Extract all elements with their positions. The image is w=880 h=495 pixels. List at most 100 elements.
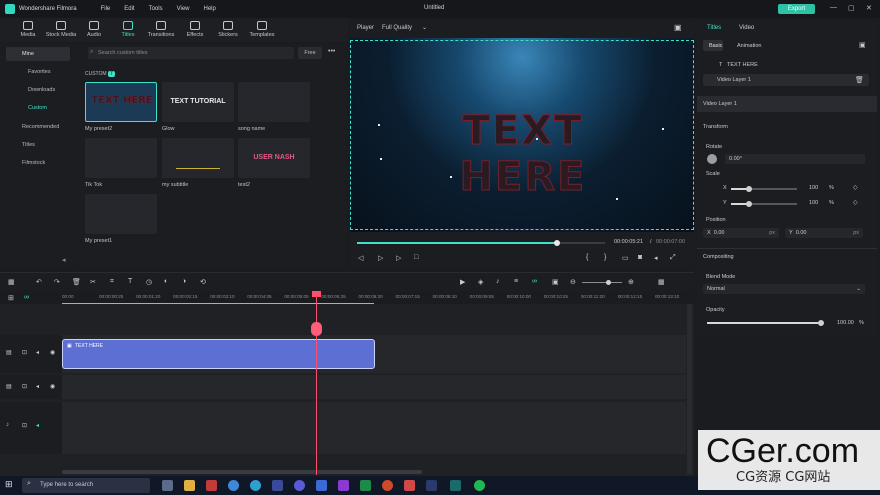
- snapshot-icon[interactable]: ▣: [552, 278, 559, 286]
- filmora-taskbar-icon[interactable]: [450, 480, 461, 491]
- lock-icon[interactable]: ⊡: [22, 422, 27, 429]
- spotify-icon[interactable]: [474, 480, 485, 491]
- speed-icon[interactable]: ◷: [146, 278, 152, 286]
- playhead-line[interactable]: [316, 292, 317, 475]
- redo-icon[interactable]: ↷: [54, 278, 60, 286]
- title-thumb-my-subtitle[interactable]: [162, 138, 234, 178]
- zoom-knob[interactable]: [606, 280, 611, 285]
- save-preset-icon[interactable]: ▣: [859, 41, 866, 49]
- close-icon[interactable]: ✕: [866, 4, 872, 12]
- blend-mode-dropdown[interactable]: Normal ⌄: [703, 284, 865, 294]
- previous-frame-icon[interactable]: ◁: [358, 254, 363, 262]
- app-icon[interactable]: [382, 480, 393, 491]
- rotate-dial[interactable]: [707, 154, 717, 164]
- lock-icon[interactable]: ⊡: [22, 383, 27, 390]
- maximize-icon[interactable]: ▢: [848, 4, 855, 12]
- link-icon[interactable]: ∞: [532, 278, 537, 285]
- sidebar-item-downloads[interactable]: Downloads: [6, 83, 70, 97]
- taskbar-search[interactable]: Type here to search: [22, 478, 150, 493]
- menu-help[interactable]: Help: [204, 6, 216, 12]
- timeline-vscrollbar[interactable]: [687, 304, 692, 474]
- opacity-slider[interactable]: [707, 322, 823, 324]
- export-button[interactable]: Export: [778, 4, 815, 14]
- app-icon[interactable]: [294, 480, 305, 491]
- keyframe-icon[interactable]: ◇: [853, 199, 858, 206]
- scale-y-knob[interactable]: [746, 201, 752, 207]
- progress-handle[interactable]: [554, 240, 560, 246]
- menu-file[interactable]: File: [101, 6, 111, 12]
- app-icon[interactable]: [404, 480, 415, 491]
- excel-icon[interactable]: [360, 480, 371, 491]
- eye-icon[interactable]: ◉: [50, 349, 55, 356]
- title-thumb-glow[interactable]: TEXT TUTORIAL: [162, 82, 234, 122]
- playhead-top[interactable]: [312, 291, 321, 297]
- quality-dropdown[interactable]: Full Quality: [382, 25, 412, 31]
- vegas-icon[interactable]: [426, 480, 437, 491]
- windows-start-icon[interactable]: ⊞: [5, 479, 15, 489]
- collapse-sidebar-icon[interactable]: ◂: [62, 256, 66, 264]
- tab-templates[interactable]: Templates: [242, 21, 282, 38]
- title-thumb-my-preset1[interactable]: [85, 194, 157, 234]
- menu-tools[interactable]: Tools: [149, 6, 163, 12]
- grid-icon[interactable]: ▦: [658, 278, 665, 286]
- keyframe-icon[interactable]: ◇: [853, 184, 858, 191]
- audio-adjust-icon[interactable]: ◑: [182, 278, 186, 285]
- link-tracks-icon[interactable]: ∞: [24, 294, 29, 301]
- snapshot-icon[interactable]: ▣: [674, 23, 682, 32]
- crop-icon[interactable]: ⌗: [110, 278, 114, 286]
- search-input[interactable]: Search custom titles: [88, 47, 294, 59]
- sidebar-item-custom[interactable]: Custom: [6, 101, 70, 115]
- camera-icon[interactable]: ◙: [638, 254, 642, 261]
- voiceover-icon[interactable]: ≡: [514, 278, 518, 285]
- eye-icon[interactable]: ◉: [50, 383, 55, 390]
- tab-video-props[interactable]: Video: [739, 25, 754, 31]
- rotate-field[interactable]: 0.00°: [725, 154, 865, 164]
- render-icon[interactable]: ▶: [460, 278, 465, 286]
- scale-x-knob[interactable]: [746, 186, 752, 192]
- app-icon[interactable]: [206, 480, 217, 491]
- mail-icon[interactable]: [316, 480, 327, 491]
- minimize-icon[interactable]: —: [830, 4, 837, 11]
- monitor-icon[interactable]: ▭: [622, 254, 629, 262]
- opacity-knob[interactable]: [818, 320, 824, 326]
- shield-icon[interactable]: ◈: [478, 278, 483, 286]
- track-row-audio[interactable]: [62, 402, 686, 454]
- title-thumb-my-preset2[interactable]: TEXT HERE: [85, 82, 157, 122]
- opacity-value[interactable]: 100.00: [837, 320, 854, 326]
- step-back-icon[interactable]: ▷: [378, 254, 383, 262]
- sidebar-item-favorites[interactable]: Favorites: [6, 65, 70, 79]
- undo-icon[interactable]: ↶: [36, 278, 42, 286]
- lock-icon[interactable]: ⊡: [22, 349, 27, 356]
- audio-mute-icon[interactable]: ◂: [36, 383, 39, 390]
- file-explorer-icon[interactable]: [184, 480, 195, 491]
- transform-header[interactable]: Transform: [703, 124, 728, 130]
- edge-icon[interactable]: [250, 480, 261, 491]
- menu-view[interactable]: View: [177, 6, 190, 12]
- title-thumb-tik-tok[interactable]: [85, 138, 157, 178]
- tab-titles-props[interactable]: Titles: [707, 25, 721, 31]
- title-thumb-test2[interactable]: USER NASH: [238, 138, 310, 178]
- position-y-field[interactable]: Y 0.00 px: [785, 228, 863, 238]
- add-track-icon[interactable]: ⊞: [8, 294, 14, 302]
- onenote-icon[interactable]: [338, 480, 349, 491]
- sidebar-item-filmstock[interactable]: Filmstock: [6, 156, 70, 170]
- sidebar-item-titles[interactable]: Titles: [6, 138, 70, 152]
- timeline-hscrollbar[interactable]: [62, 470, 422, 474]
- subtab-basic[interactable]: Basic: [709, 43, 722, 49]
- cut-icon[interactable]: ✂: [90, 278, 96, 286]
- track-row-2[interactable]: [62, 375, 686, 399]
- audio-mute-icon[interactable]: ◂: [36, 422, 39, 429]
- position-x-field[interactable]: X 0.00 px: [703, 228, 779, 238]
- player-viewport[interactable]: TEXT HERE: [350, 38, 694, 232]
- mark-out-icon[interactable]: }: [604, 254, 606, 261]
- title-thumb-song-name[interactable]: [238, 82, 310, 122]
- zoom-in-icon[interactable]: ⊕: [628, 278, 634, 286]
- playhead-handle[interactable]: [311, 322, 322, 336]
- sidebar-item-mine[interactable]: Mine: [6, 47, 70, 61]
- subtab-animation[interactable]: Animation: [737, 43, 761, 49]
- chevron-down-icon[interactable]: ⌄: [422, 24, 427, 31]
- layer-text-here[interactable]: TEXT HERE: [727, 62, 758, 68]
- title-clip[interactable]: ▣ TEXT HERE: [62, 339, 375, 369]
- zoom-out-icon[interactable]: ⊖: [570, 278, 576, 286]
- zoom-slider[interactable]: [582, 282, 622, 283]
